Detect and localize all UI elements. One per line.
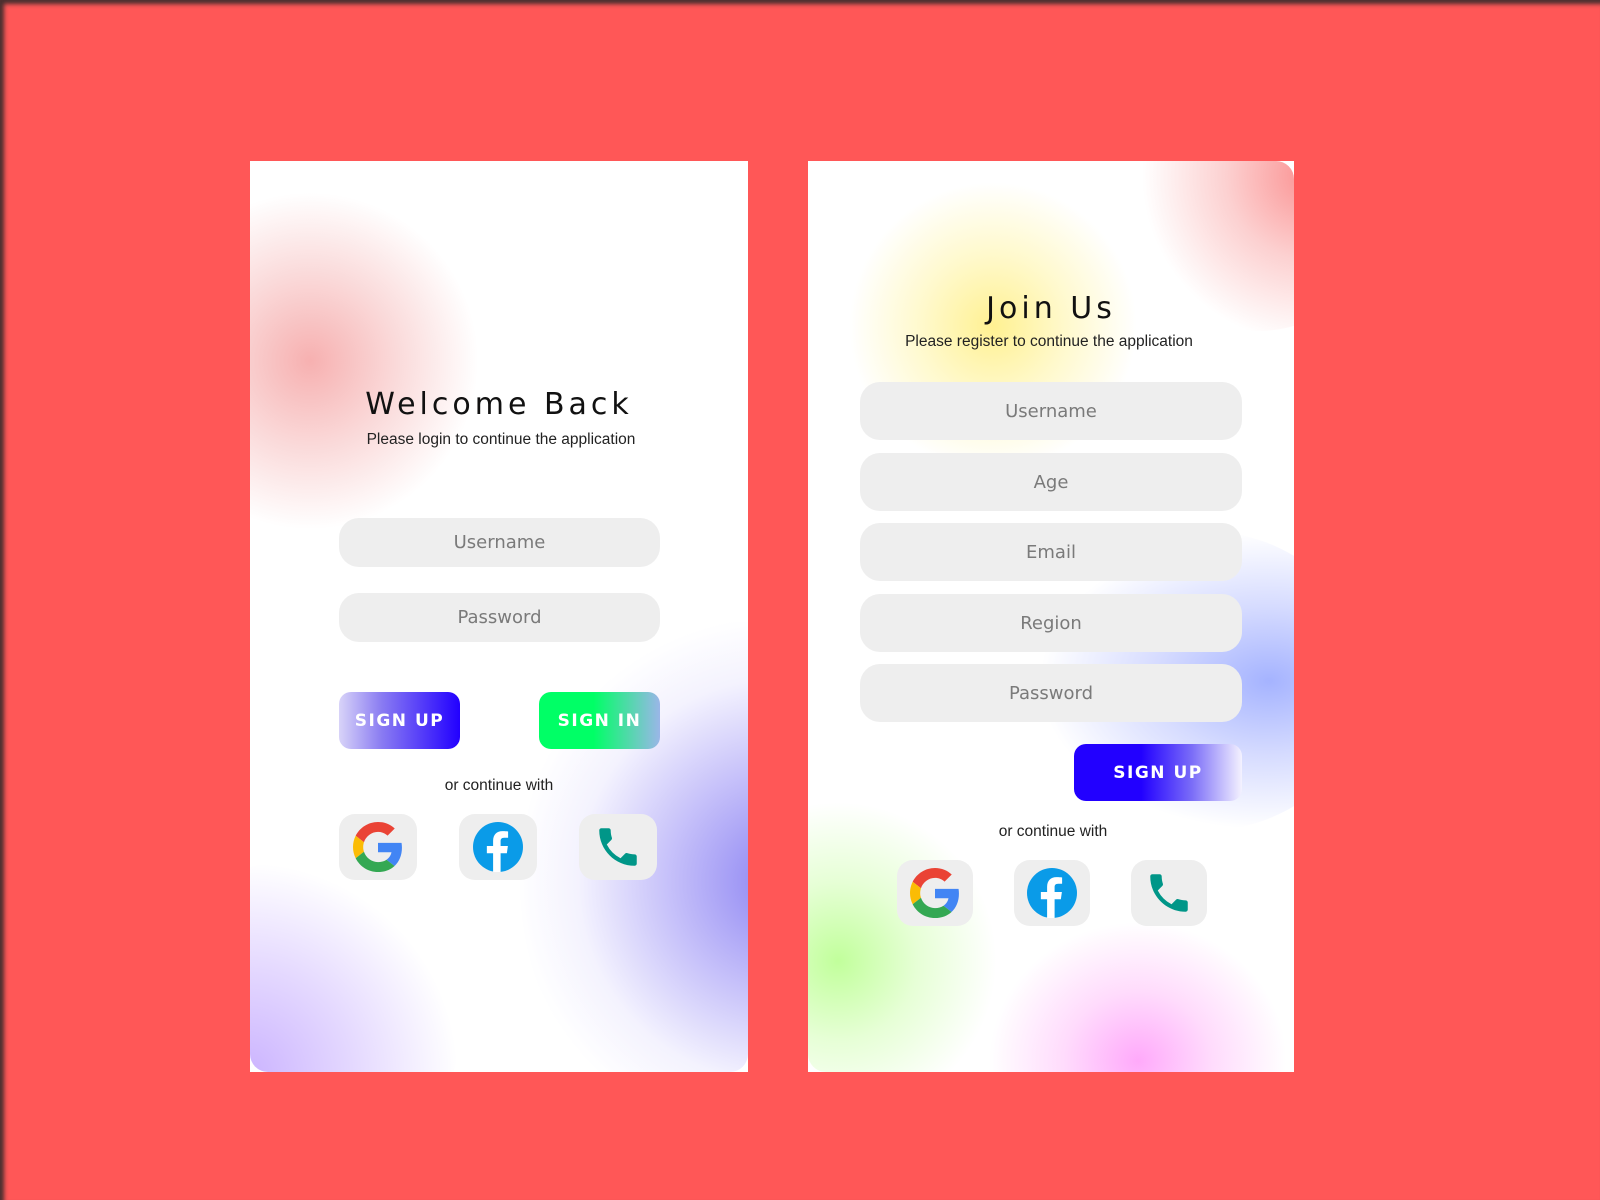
phone-icon: [1150, 874, 1188, 912]
register-username-placeholder: Username: [1005, 400, 1097, 422]
register-subtitle: Please register to continue the applicat…: [905, 333, 1193, 350]
login-google-button[interactable]: [339, 814, 417, 880]
register-title: Join Us: [986, 291, 1116, 326]
login-subtitle: Please login to continue the application: [366, 431, 636, 448]
login-signup-button[interactable]: SIGN UP: [339, 692, 460, 749]
login-facebook-button[interactable]: [459, 814, 537, 880]
page-background: { "login": { "title": "Welcome Back", "s…: [0, 0, 1600, 1200]
register-password-input[interactable]: Password: [860, 664, 1242, 722]
facebook-icon: [473, 822, 523, 872]
decor-blob-magenta: [988, 921, 1288, 1072]
phone-icon: [599, 828, 637, 866]
register-phone-button[interactable]: [1131, 860, 1207, 926]
facebook-icon: [1027, 868, 1077, 918]
register-region-input[interactable]: Region: [860, 594, 1242, 652]
google-icon: [910, 868, 959, 918]
login-phone-button[interactable]: [579, 814, 657, 880]
decor-blob-lavender: [250, 861, 460, 1072]
decor-blob-green: [808, 801, 998, 1072]
register-card: Join Us Please register to continue the …: [808, 161, 1294, 1072]
register-facebook-button[interactable]: [1014, 860, 1090, 926]
login-title: Welcome Back: [365, 387, 633, 422]
register-email-input[interactable]: Email: [860, 523, 1242, 581]
register-continue-text: or continue with: [998, 823, 1108, 840]
decor-blob-pink: [250, 191, 480, 531]
login-password-placeholder: Password: [457, 607, 542, 628]
login-continue-text: or continue with: [444, 777, 554, 794]
register-email-placeholder: Email: [1026, 541, 1076, 563]
login-card: Welcome Back Please login to continue th…: [250, 161, 748, 1072]
register-google-button[interactable]: [897, 860, 973, 926]
register-username-input[interactable]: Username: [860, 382, 1242, 440]
login-signin-label: SIGN IN: [557, 710, 642, 731]
login-signup-label: SIGN UP: [354, 710, 445, 731]
login-password-input[interactable]: Password: [339, 593, 660, 642]
register-signup-button[interactable]: SIGN UP: [1074, 744, 1242, 801]
login-username-input[interactable]: Username: [339, 518, 660, 567]
login-signin-button[interactable]: SIGN IN: [539, 692, 660, 749]
register-region-placeholder: Region: [1020, 612, 1082, 634]
register-signup-label: SIGN UP: [1113, 762, 1203, 783]
register-age-input[interactable]: Age: [860, 453, 1242, 511]
register-password-placeholder: Password: [1008, 682, 1094, 704]
google-icon: [353, 822, 402, 872]
register-age-placeholder: Age: [1033, 471, 1069, 493]
login-username-placeholder: Username: [453, 532, 546, 553]
